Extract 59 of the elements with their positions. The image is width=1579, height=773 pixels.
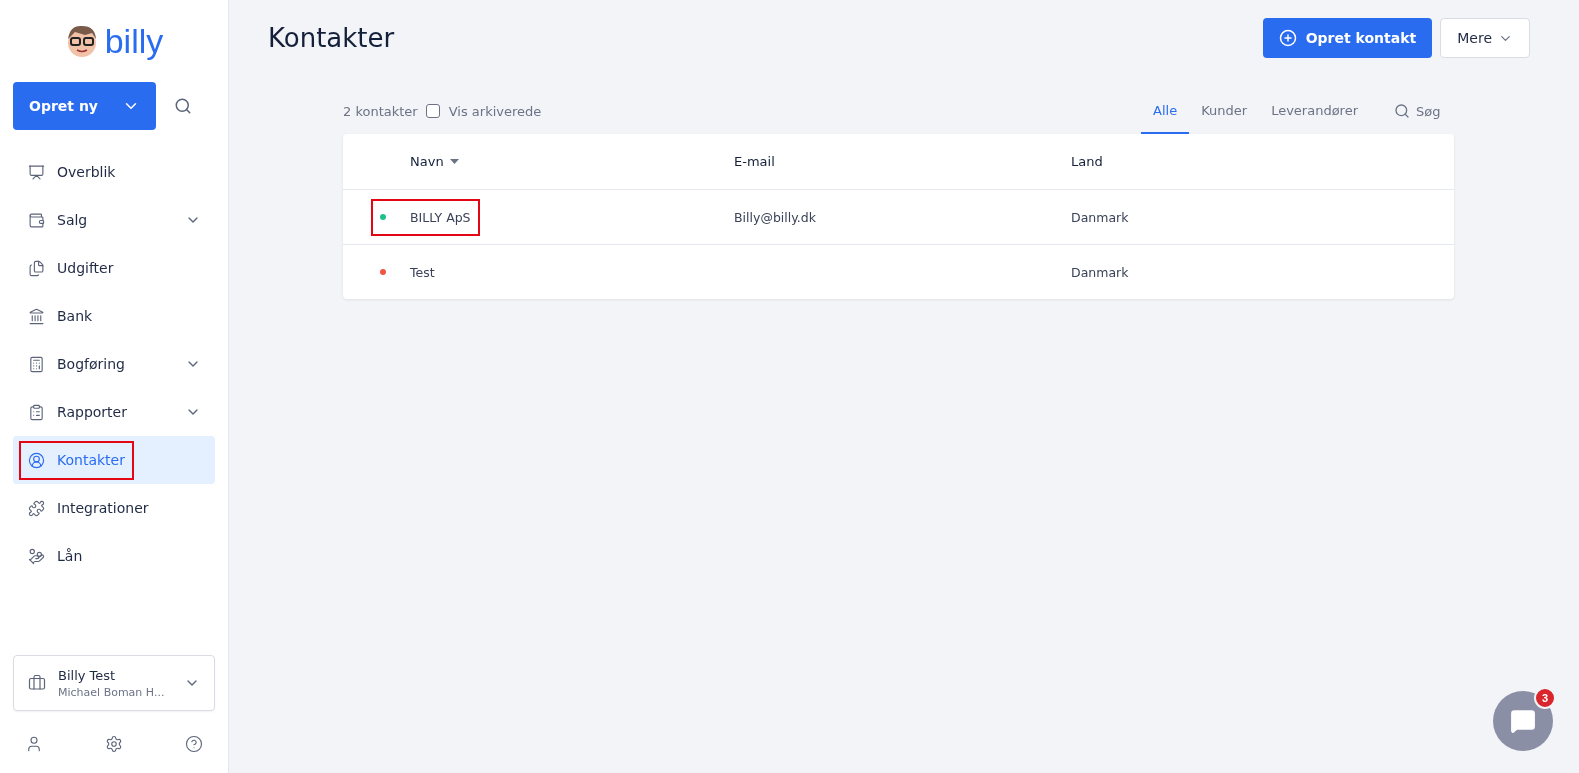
column-header[interactable]: Land — [1071, 154, 1103, 169]
bank-building-icon — [28, 307, 45, 325]
user-name: Michael Boman H... — [58, 685, 166, 699]
filter-tab[interactable]: Kunder — [1189, 88, 1260, 134]
help-icon[interactable] — [185, 735, 203, 753]
search-field[interactable]: Søg — [1416, 103, 1452, 119]
contact-count: 2 kontakter — [343, 103, 418, 119]
search-icon — [1394, 103, 1410, 119]
presentation-board-icon — [28, 163, 45, 181]
column-header[interactable]: E-mail — [734, 154, 775, 169]
country-cell-text: Danmark — [1071, 264, 1130, 280]
user-icon[interactable] — [25, 735, 43, 753]
chat-button[interactable]: 3 — [1493, 691, 1553, 751]
nav-item[interactable]: Kontakter — [13, 436, 215, 484]
nav-item[interactable]: Lån — [13, 532, 215, 580]
plus-circle-icon — [1278, 29, 1297, 47]
nav-label: Udgifter — [57, 260, 114, 276]
page-title: Kontakter — [268, 23, 395, 53]
nav-label: Bogføring — [57, 356, 125, 372]
country-cell-text: Danmark — [1071, 209, 1130, 225]
clipboard-icon — [28, 403, 45, 421]
nav-item[interactable]: Bogføring — [13, 340, 215, 388]
organization-name: Billy Test — [58, 667, 117, 683]
money-hand-icon — [28, 547, 45, 565]
organization-switcher[interactable]: Billy Test Michael Boman H... — [13, 655, 215, 711]
nav-label: Overblik — [57, 164, 116, 180]
column-header[interactable]: Navn — [410, 154, 444, 169]
nav-label: Rapporter — [57, 404, 127, 420]
nav-item[interactable]: Rapporter — [13, 388, 215, 436]
create-new-button[interactable]: Opret ny — [13, 82, 156, 130]
filter-tab[interactable]: Leverandører — [1259, 88, 1370, 134]
briefcase-icon — [28, 674, 46, 692]
search-button[interactable] — [174, 97, 192, 115]
more-button[interactable]: Mere — [1440, 18, 1530, 58]
nav-label: Kontakter — [57, 452, 125, 468]
brand-name: billy — [104, 21, 164, 61]
contact-name[interactable]: Test — [410, 264, 435, 280]
settings-icon[interactable] — [105, 735, 123, 753]
nav-item[interactable]: Integrationer — [13, 484, 215, 532]
notification-badge: 3 — [1534, 687, 1556, 709]
nav-label: Bank — [57, 308, 93, 324]
nav-label: Integrationer — [57, 500, 149, 516]
calculator-icon — [28, 355, 45, 373]
nav-item[interactable]: Overblik — [13, 148, 215, 196]
show-archived-label: Vis arkiverede — [448, 103, 542, 119]
create-contact-button[interactable]: Opret kontakt — [1262, 18, 1433, 58]
chat-bubble-icon — [1510, 708, 1536, 734]
nav-label: Lån — [57, 548, 83, 564]
documents-icon — [28, 259, 45, 277]
show-archived-checkbox[interactable] — [425, 104, 440, 118]
contact-name[interactable]: BILLY ApS — [410, 209, 471, 225]
puzzle-icon — [28, 499, 45, 517]
nav-item[interactable]: Bank — [13, 292, 215, 340]
email-cell-text: Billy@billy.dk — [734, 209, 817, 225]
wallet-icon — [28, 211, 45, 229]
nav-item[interactable]: Udgifter — [13, 244, 215, 292]
nav-label: Salg — [57, 212, 88, 228]
nav-item[interactable]: Salg — [13, 196, 215, 244]
user-circle-icon — [28, 451, 45, 469]
